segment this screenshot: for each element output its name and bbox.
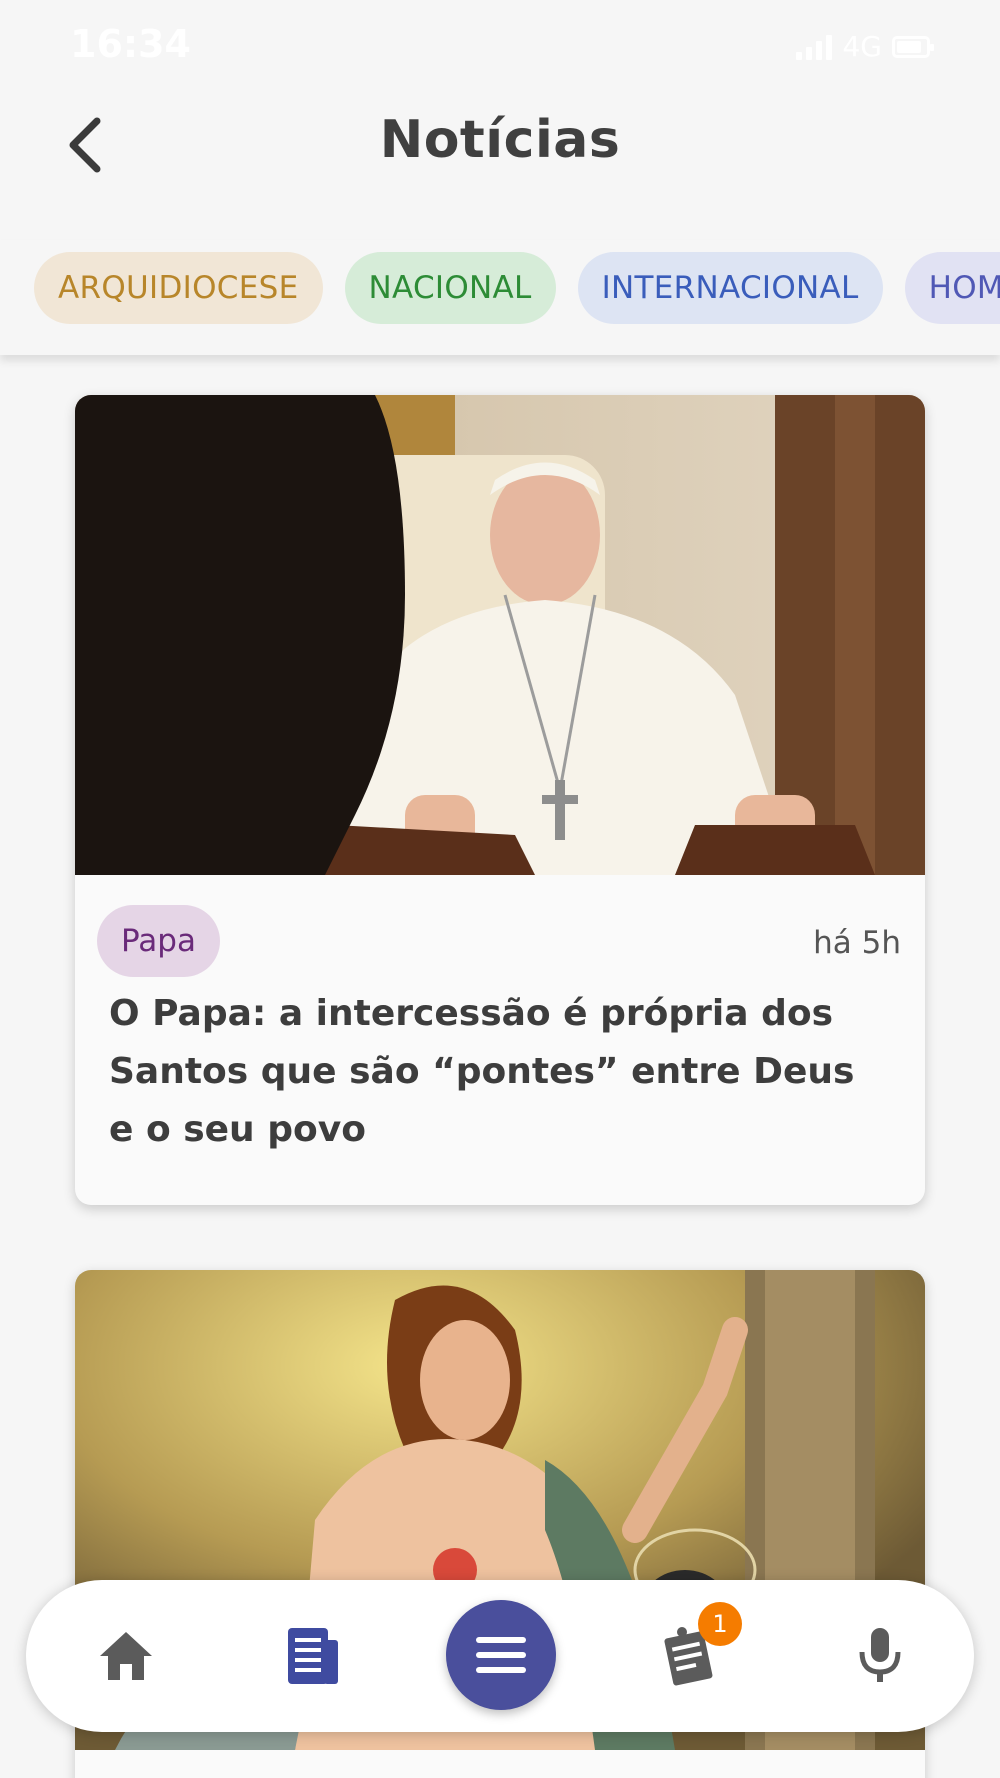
category-bar: ARQUIDIOCESE NACIONAL INTERNACIONAL HOMI (0, 240, 1000, 355)
bottom-navigation: 1 (26, 1580, 974, 1732)
status-time: 16:34 (70, 22, 191, 66)
nav-menu-button[interactable] (446, 1600, 556, 1710)
timestamp: há 5h (813, 925, 901, 961)
chip-nacional[interactable]: NACIONAL (344, 252, 556, 324)
news-meta: Papa há 5h (75, 875, 925, 985)
news-image (75, 395, 925, 875)
app-header: Notícias (0, 90, 1000, 200)
news-card[interactable]: Papa há 5h O Papa: a intercessão é própr… (75, 395, 925, 1205)
menu-icon (476, 1637, 526, 1673)
mic-icon (859, 1628, 901, 1682)
nav-mic-button[interactable] (842, 1618, 918, 1694)
chip-arquidiocese[interactable]: ARQUIDIOCESE (34, 252, 323, 324)
signal-icon (796, 34, 833, 60)
status-indicators: 4G (796, 30, 934, 63)
news-icon (288, 1628, 338, 1684)
chip-internacional[interactable]: INTERNACIONAL (577, 252, 883, 324)
notification-badge: 1 (698, 1602, 742, 1646)
home-icon (100, 1632, 152, 1680)
chip-homilias[interactable]: HOMI (904, 252, 1000, 324)
network-label: 4G (842, 30, 882, 63)
news-title[interactable]: O Papa: a intercessão é própria dos Sant… (75, 985, 925, 1159)
news-screen: 16:34 4G Notícias ARQUIDIOCESE NACIONAL … (0, 0, 1000, 1778)
page-title: Notícias (379, 110, 621, 170)
nav-notes-button[interactable]: 1 (652, 1602, 742, 1694)
battery-icon (892, 35, 934, 58)
category-tag[interactable]: Papa (97, 905, 220, 977)
nav-home-button[interactable] (88, 1618, 164, 1694)
nav-news-button[interactable] (274, 1618, 350, 1694)
status-bar: 16:34 4G (0, 0, 1000, 90)
pope-photo (75, 395, 925, 875)
category-chips: ARQUIDIOCESE NACIONAL INTERNACIONAL HOMI (34, 252, 1000, 324)
